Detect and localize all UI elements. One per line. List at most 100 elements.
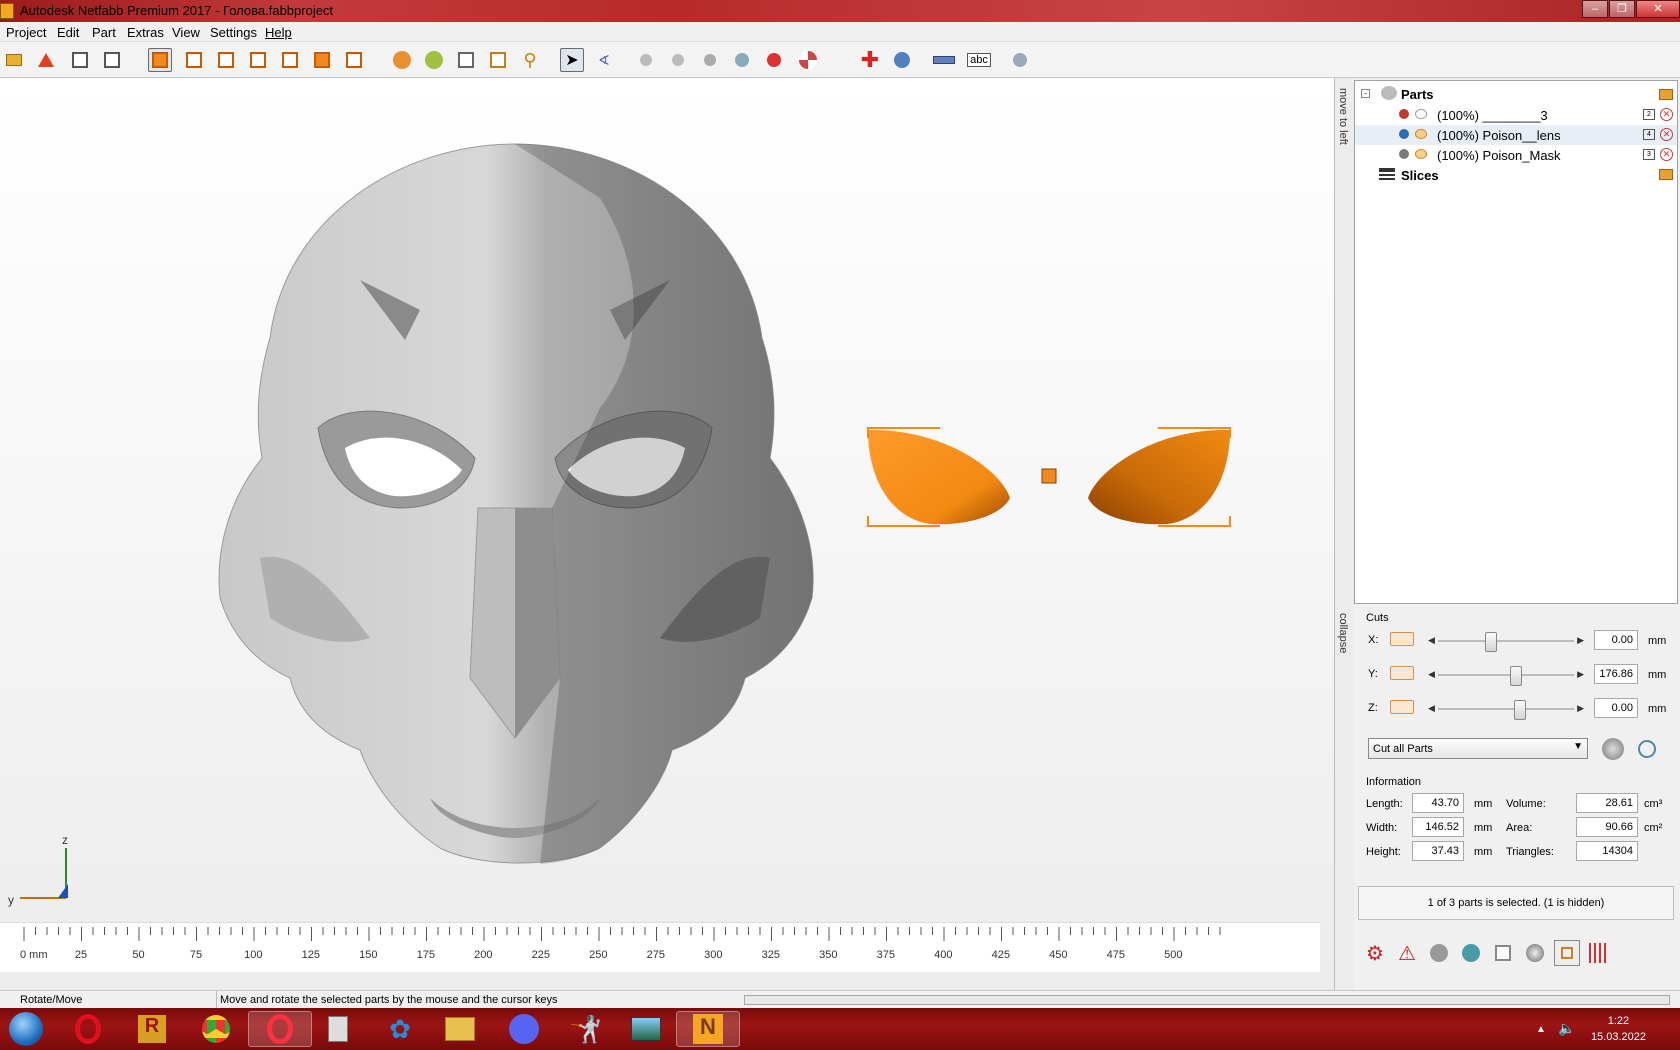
- slider-thumb[interactable]: [1513, 700, 1526, 720]
- slider-left-arrow-icon[interactable]: ◀: [1428, 635, 1435, 646]
- discord-icon[interactable]: [492, 1011, 556, 1047]
- cut-y-slider[interactable]: ◀ ▶: [1426, 666, 1586, 686]
- select-surfaces-icon[interactable]: [666, 48, 690, 72]
- slider-right-arrow-icon[interactable]: ▶: [1577, 669, 1584, 680]
- poison-lens-model[interactable]: [867, 427, 1231, 527]
- tree-item[interactable]: (100%) ________3 2 ✕: [1355, 105, 1677, 125]
- tree-item[interactable]: (100%) Poison_Mask 3 ✕: [1355, 145, 1677, 165]
- slider-right-arrow-icon[interactable]: ▶: [1577, 703, 1584, 714]
- sphere-icon[interactable]: [1522, 940, 1548, 966]
- view-iso-icon[interactable]: [342, 48, 366, 72]
- chrome-icon[interactable]: [184, 1011, 248, 1047]
- add-primitives-icon[interactable]: [34, 48, 58, 72]
- center-handle[interactable]: [1041, 468, 1057, 484]
- mirror-icon[interactable]: [1490, 940, 1516, 966]
- rotate-move-icon[interactable]: ∢: [592, 48, 616, 72]
- cut-z-toggle[interactable]: [1390, 700, 1414, 714]
- slider-thumb[interactable]: [1509, 666, 1522, 686]
- add-part-icon[interactable]: [100, 48, 124, 72]
- warning-icon[interactable]: ⚠: [1394, 940, 1420, 966]
- opera-icon[interactable]: [56, 1011, 120, 1047]
- reset-cut-icon[interactable]: [1638, 740, 1656, 758]
- poison-mask-model[interactable]: [218, 143, 814, 864]
- view-right-icon[interactable]: [246, 48, 270, 72]
- zbrush-icon[interactable]: 🤺: [554, 1011, 618, 1047]
- netfabb-icon[interactable]: N: [676, 1011, 740, 1047]
- zoom-platform-icon[interactable]: [454, 48, 478, 72]
- menu-project[interactable]: Project: [6, 25, 46, 40]
- calculator-icon[interactable]: [306, 1011, 370, 1047]
- menu-edit[interactable]: Edit: [57, 25, 79, 40]
- repair-gear-icon[interactable]: ⚙: [1362, 940, 1388, 966]
- slider-right-arrow-icon[interactable]: ▶: [1577, 635, 1584, 646]
- menu-extras[interactable]: Extras: [127, 25, 164, 40]
- start-orb-icon[interactable]: [0, 1011, 52, 1047]
- label-text-icon[interactable]: abc: [964, 48, 994, 72]
- tree-slices-node[interactable]: Slices: [1355, 165, 1677, 185]
- remove-part-icon[interactable]: ✕: [1660, 108, 1673, 121]
- clock[interactable]: 1:22 15.03.2022: [1591, 1013, 1646, 1045]
- cut-x-slider[interactable]: ◀ ▶: [1426, 632, 1586, 652]
- cut-y-value[interactable]: 176.86: [1594, 664, 1638, 684]
- select-cursor-icon[interactable]: ➤: [560, 48, 584, 72]
- split-parts-icon[interactable]: [1458, 940, 1484, 966]
- menu-view[interactable]: View: [172, 25, 200, 40]
- collapse-tab[interactable]: collapse: [1337, 613, 1349, 653]
- repair-icon[interactable]: ✚: [858, 47, 882, 72]
- volume-icon[interactable]: 🔈: [1558, 1020, 1575, 1037]
- minimize-button[interactable]: –: [1582, 0, 1608, 18]
- color-mode-icon[interactable]: [796, 48, 820, 72]
- execute-cut-icon[interactable]: [1602, 738, 1624, 760]
- eye-hidden-icon[interactable]: [1415, 109, 1427, 119]
- tree-item[interactable]: (100%) Poison__lens 4 ✕: [1355, 125, 1677, 145]
- open-parts-folder-icon[interactable]: [1659, 89, 1673, 100]
- view-bottom-icon[interactable]: [310, 48, 334, 72]
- remove-part-icon[interactable]: ✕: [1660, 128, 1673, 141]
- collapse-toggle-icon[interactable]: -: [1361, 89, 1370, 98]
- view-top-icon[interactable]: [278, 48, 302, 72]
- zoom-all-icon[interactable]: [422, 48, 446, 72]
- rapid-icon[interactable]: R: [120, 1011, 184, 1047]
- photos-icon[interactable]: [614, 1011, 678, 1047]
- slider-left-arrow-icon[interactable]: ◀: [1428, 703, 1435, 714]
- zoom-window-icon[interactable]: [486, 48, 510, 72]
- eye-visible-icon[interactable]: [1415, 149, 1427, 159]
- bounding-box-icon[interactable]: [1554, 940, 1580, 966]
- analysis-icon[interactable]: [890, 48, 914, 72]
- ruler-icon[interactable]: [932, 48, 956, 72]
- part-info-icon[interactable]: [68, 48, 92, 72]
- slider-left-arrow-icon[interactable]: ◀: [1428, 669, 1435, 680]
- open-folder-icon[interactable]: [2, 48, 26, 72]
- opera-gx-icon[interactable]: [248, 1011, 312, 1047]
- cut-mode-select[interactable]: Cut all Parts ▼: [1368, 738, 1588, 759]
- slider-thumb[interactable]: [1485, 632, 1498, 652]
- maximize-button[interactable]: ❐: [1609, 0, 1635, 18]
- cut-y-toggle[interactable]: [1390, 666, 1414, 680]
- merge-parts-icon[interactable]: [1426, 940, 1452, 966]
- boolean-icon[interactable]: [762, 48, 786, 72]
- cut-x-toggle[interactable]: [1390, 632, 1414, 646]
- menu-help[interactable]: Help: [265, 25, 292, 40]
- menu-part[interactable]: Part: [92, 25, 116, 40]
- open-slices-folder-icon[interactable]: [1659, 169, 1673, 180]
- section-icon[interactable]: [730, 48, 754, 72]
- tray-arrow-icon[interactable]: ▲: [1536, 1024, 1546, 1035]
- cut-z-slider[interactable]: ◀ ▶: [1426, 700, 1586, 720]
- cut-z-value[interactable]: 0.00: [1594, 698, 1638, 718]
- view-left-icon[interactable]: [214, 48, 238, 72]
- measure-icon[interactable]: [698, 48, 722, 72]
- view-back-icon[interactable]: [182, 48, 206, 72]
- view-front-icon[interactable]: [148, 48, 172, 72]
- support-icon[interactable]: [1008, 48, 1032, 72]
- support-grid-icon[interactable]: [1586, 940, 1612, 966]
- zoom-icon[interactable]: ⚲: [518, 48, 542, 72]
- remove-part-icon[interactable]: ✕: [1660, 148, 1673, 161]
- tree-parts-node[interactable]: - Parts: [1355, 85, 1677, 105]
- close-button[interactable]: ✕: [1636, 0, 1680, 18]
- zoom-selected-icon[interactable]: [390, 48, 414, 72]
- network-app-icon[interactable]: ✿: [368, 1011, 432, 1047]
- menu-settings[interactable]: Settings: [210, 25, 257, 40]
- 3d-viewport[interactable]: z y 0 mm 25 50 75 100 125 150 175 200 225 250 275 3…: [0, 78, 1334, 990]
- select-triangles-icon[interactable]: [634, 48, 658, 72]
- move-to-left-tab[interactable]: move to left: [1337, 88, 1349, 145]
